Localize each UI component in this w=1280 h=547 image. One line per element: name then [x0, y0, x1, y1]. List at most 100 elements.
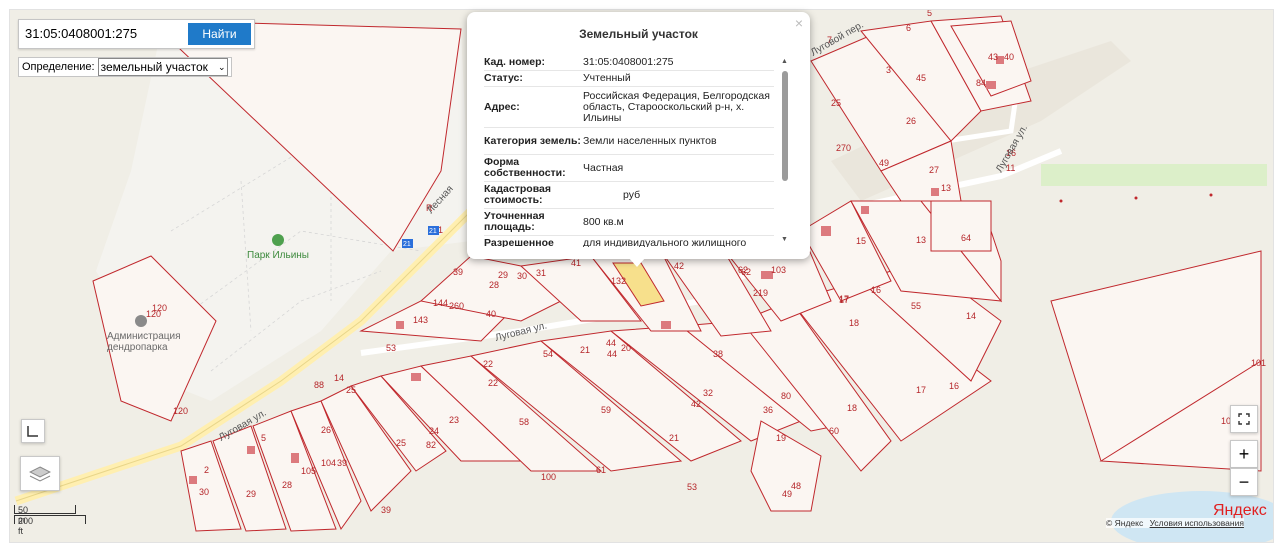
parcel-number: 104 [321, 458, 336, 468]
info-value: для индивидуального жилищного [583, 237, 747, 248]
parcel-number: 16 [871, 285, 881, 295]
survey-point [1209, 193, 1213, 197]
info-value: Российская Федерация, Белгородская облас… [583, 89, 770, 124]
fullscreen-icon [1238, 413, 1250, 425]
parcel-number: 25 [396, 438, 406, 448]
parcel-number: 39 [381, 505, 391, 515]
popup-scrollbar[interactable]: ▲ ▼ [781, 58, 789, 243]
parcel-number: 24 [429, 426, 439, 436]
admin-label[interactable]: дендропарка [107, 342, 168, 353]
parcel-number: 120 [173, 406, 188, 416]
parcel-number: 54 [543, 349, 553, 359]
zoom-out-button[interactable]: − [1230, 468, 1258, 496]
info-key: Кад. номер: [484, 56, 546, 68]
info-value: 31:05:0408001:275 [583, 56, 674, 68]
parcel-number: 28 [282, 480, 292, 490]
layers-button[interactable] [20, 456, 60, 491]
search-button[interactable]: Найти [188, 23, 251, 45]
parcel-number: 39 [337, 458, 347, 468]
parcel-number: 62 [738, 265, 748, 275]
building-icon[interactable] [135, 315, 147, 327]
parcel-number: 80 [781, 391, 791, 401]
info-key: Уточненная площадь: [484, 210, 545, 233]
info-row: Категория земель: Земли населенных пункто… [484, 128, 774, 155]
parcel-number: 58 [519, 417, 529, 427]
layers-icon [29, 465, 51, 482]
parcel-number: 42 [691, 399, 701, 409]
parcel-number: 26 [906, 116, 916, 126]
parcel-number: 40 [486, 309, 496, 319]
parcel-number: 30 [199, 487, 209, 497]
info-key: Кадастровая стоимость: [484, 183, 551, 206]
info-row: Адрес: Российская Федерация, Белгородская… [484, 87, 774, 128]
parcel-number: 17 [839, 295, 849, 305]
definition-selected-value: земельный участок [100, 60, 208, 74]
parcel-number: 88 [314, 380, 324, 390]
info-key: Форма собственности: [484, 156, 566, 179]
parcel-number: 55 [911, 301, 921, 311]
info-row: Форма собственности: Частная [484, 155, 774, 182]
parcel-number: 39 [453, 267, 463, 277]
parcel-number: 44 [606, 338, 616, 348]
ruler-icon [27, 426, 38, 437]
copyright-text: © Яндекс [1106, 518, 1144, 528]
parcel-number: 59 [601, 405, 611, 415]
parcel-number: 41 [571, 258, 581, 268]
parcel-number: 22 [488, 378, 498, 388]
parcel-number: 143 [413, 315, 428, 325]
admin-label[interactable]: Администрация [107, 331, 181, 342]
definition-select[interactable]: земельный участок ⌄ [97, 58, 229, 76]
parcel-number: 19 [776, 433, 786, 443]
popup-pointer [628, 257, 646, 267]
parcel-number: 101 [1251, 358, 1266, 368]
parcel-number: 219 [753, 288, 768, 298]
info-key: Адрес: [484, 100, 520, 113]
parcel-number: 16 [949, 381, 959, 391]
parcel-number: 270 [836, 143, 851, 153]
zoom-in-button[interactable]: + [1230, 440, 1258, 468]
route-number: 21 [403, 241, 411, 248]
info-row: Разрешенное для индивидуального жилищного [484, 236, 774, 248]
scroll-down-icon[interactable]: ▼ [781, 236, 788, 243]
fullscreen-button[interactable] [1230, 405, 1258, 433]
scroll-thumb[interactable] [782, 71, 788, 181]
cadastral-search-input[interactable] [22, 23, 186, 43]
survey-point [1059, 199, 1063, 203]
parcel-number: 29 [246, 489, 256, 499]
parcel-number: 84 [976, 78, 986, 88]
parcel-number: 53 [687, 482, 697, 492]
park-label[interactable]: Парк Ильины [247, 250, 309, 261]
scroll-up-icon[interactable]: ▲ [781, 58, 788, 65]
info-value: руб [623, 188, 641, 201]
parcel-number: 6 [906, 23, 911, 33]
parcel-info-popup: × Земельный участок Кад. номер: 31:05:040… [467, 12, 810, 259]
ruler-button[interactable] [21, 419, 45, 443]
definition-control: Определение: земельный участок ⌄ [18, 57, 233, 77]
parcel-number: 61 [596, 465, 606, 475]
parcel-number: 49 [879, 158, 889, 168]
popup-title: Земельный участок [579, 27, 698, 41]
route-number: 21 [429, 228, 437, 235]
park-icon[interactable] [272, 234, 284, 246]
parcel-number: 26 [321, 425, 331, 435]
parcel-number: 18 [847, 403, 857, 413]
parcel-number: 60 [829, 426, 839, 436]
parcel-number: 21 [669, 433, 679, 443]
chevron-down-icon: ⌄ [217, 61, 226, 72]
parcel-number: 13 [941, 183, 951, 193]
parcel-number: 22 [483, 359, 493, 369]
parcel-number: 260 [449, 301, 464, 311]
scale-feet: 200 ft [18, 516, 34, 536]
terms-link[interactable]: Условия использования [1150, 518, 1244, 528]
parcel-number: 30 [517, 271, 527, 281]
parcel-number: 120 [152, 303, 167, 313]
parcel-number: 14 [966, 311, 976, 321]
parcel-number: 5 [261, 433, 266, 443]
parcel-number: 32 [703, 388, 713, 398]
info-value: Учтенный [583, 72, 631, 84]
parcel-number: 2 [204, 465, 209, 475]
parcel-number: 43 [988, 52, 998, 62]
parcel-number: 25 [831, 98, 841, 108]
parcel-number: 15 [856, 236, 866, 246]
info-key: Разрешенное [484, 237, 554, 248]
